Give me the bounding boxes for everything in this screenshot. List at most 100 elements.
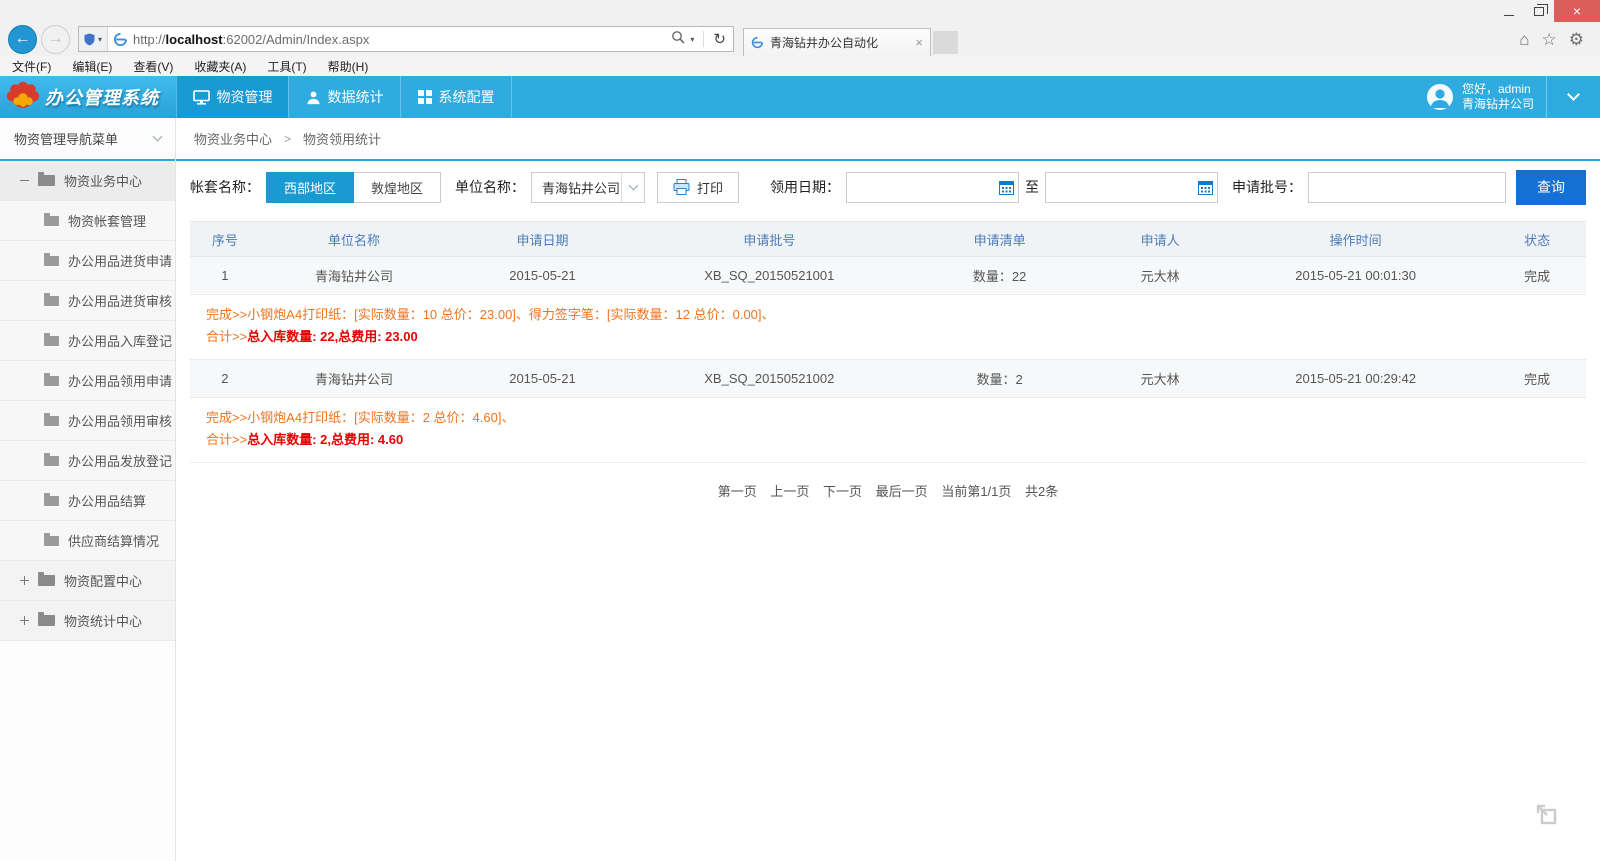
- site-zone-button[interactable]: ▾: [79, 27, 108, 51]
- sidebar: 物资管理导航菜单 物资业务中心 物资帐套管理 办公用品进货申请 办公用品进货审核: [0, 118, 176, 861]
- search-icon[interactable]: [671, 30, 685, 49]
- cell-status: 完成: [1488, 266, 1586, 285]
- printer-icon: [673, 179, 690, 195]
- breadcrumb: 物资业务中心 > 物资领用统计: [176, 118, 1600, 161]
- sidebar-item-requisition-review[interactable]: 办公用品领用审核: [0, 401, 175, 441]
- maximize-button[interactable]: [1524, 0, 1554, 22]
- refresh-icon[interactable]: ↻: [713, 30, 726, 48]
- sidebar-item-business-center[interactable]: 物资业务中心: [0, 161, 175, 201]
- menu-file[interactable]: 文件(F): [12, 58, 51, 75]
- title-bar: ×: [0, 0, 1600, 22]
- sidebar-item-account-mgmt[interactable]: 物资帐套管理: [0, 201, 175, 241]
- cell-seq: 1: [190, 268, 260, 283]
- date-to-input[interactable]: [1046, 173, 1193, 202]
- home-icon[interactable]: ⌂: [1519, 31, 1529, 48]
- sidebar-header-label: 物资管理导航菜单: [14, 129, 118, 148]
- breadcrumb-current: 物资领用统计: [303, 129, 381, 148]
- detail-total-prefix: 合计>>: [206, 432, 247, 447]
- date-from-input[interactable]: [847, 173, 994, 202]
- account-set-label: 帐套名称：: [190, 177, 260, 197]
- nav-tab-label: 系统配置: [439, 87, 495, 107]
- main-content: 物资业务中心 > 物资领用统计 帐套名称： 西部地区 敦煌地区 单位名称： 青海…: [176, 118, 1600, 861]
- date-from-field[interactable]: [846, 172, 1019, 203]
- print-button[interactable]: 打印: [657, 172, 739, 203]
- calendar-icon[interactable]: [1193, 180, 1217, 195]
- page-current-info: 当前第1/1页: [941, 484, 1011, 499]
- unit-select[interactable]: 青海钻井公司: [531, 172, 645, 203]
- calendar-icon[interactable]: [994, 180, 1018, 195]
- menu-view[interactable]: 查看(V): [133, 58, 173, 75]
- col-header-optime: 操作时间: [1223, 230, 1488, 249]
- grid-icon: [418, 90, 432, 104]
- sidebar-item-warehouse-entry[interactable]: 办公用品入库登记: [0, 321, 175, 361]
- menu-tools[interactable]: 工具(T): [267, 58, 306, 75]
- browser-chrome: × ← → ▾ http://localhost:62002/Admin/Ind…: [0, 0, 1600, 76]
- search-button[interactable]: 查询: [1516, 170, 1586, 205]
- batch-number-label: 申请批号：: [1232, 177, 1302, 197]
- sidebar-item-requisition-request[interactable]: 办公用品领用申请: [0, 361, 175, 401]
- favorites-star-icon[interactable]: ☆: [1542, 31, 1557, 48]
- page-first-link[interactable]: 第一页: [718, 484, 757, 499]
- user-menu[interactable]: 您好，admin 青海钻井公司: [1414, 76, 1546, 118]
- col-header-status: 状态: [1488, 230, 1586, 249]
- sidebar-item-stats-center[interactable]: 物资统计中心: [0, 601, 175, 641]
- browser-back-button[interactable]: ←: [8, 25, 37, 54]
- unit-name-label: 单位名称：: [455, 177, 525, 197]
- settings-gear-icon[interactable]: ⚙: [1569, 31, 1584, 48]
- sidebar-item-supplier-settlement[interactable]: 供应商结算情况: [0, 521, 175, 561]
- sidebar-item-label: 办公用品领用审核: [68, 411, 172, 430]
- close-button[interactable]: ×: [1554, 0, 1600, 22]
- table-row: 2 青海钻井公司 2015-05-21 XB_SQ_20150521002 数量…: [190, 360, 1586, 398]
- sidebar-item-label: 办公用品领用申请: [68, 371, 172, 390]
- folder-icon: [38, 575, 55, 586]
- menu-edit[interactable]: 编辑(E): [72, 58, 112, 75]
- browser-tab[interactable]: 青海钻井办公自动化 ×: [743, 28, 931, 56]
- row-detail: 完成>>小钢炮A4打印纸：[实际数量：10 总价：23.00]、得力签字笔：[实…: [190, 295, 1586, 360]
- col-header-list: 申请清单: [902, 230, 1097, 249]
- user-dropdown-button[interactable]: [1546, 76, 1600, 118]
- filter-bar: 帐套名称： 西部地区 敦煌地区 单位名称： 青海钻井公司 打印: [176, 161, 1600, 213]
- page-last-link[interactable]: 最后一页: [876, 484, 928, 499]
- new-tab-button[interactable]: [933, 31, 958, 54]
- address-bar[interactable]: ▾ http://localhost:62002/Admin/Index.asp…: [78, 26, 734, 52]
- nav-tab-system-config[interactable]: 系统配置: [400, 76, 512, 118]
- forward-arrow-icon: →: [48, 30, 64, 48]
- browser-forward-button[interactable]: →: [41, 25, 70, 54]
- region-tab-west[interactable]: 西部地区: [266, 172, 354, 203]
- folder-icon: [44, 456, 59, 466]
- sidebar-item-settlement[interactable]: 办公用品结算: [0, 481, 175, 521]
- expand-icon[interactable]: [20, 616, 29, 625]
- avatar-icon: [1426, 83, 1454, 111]
- sidebar-header[interactable]: 物资管理导航菜单: [0, 118, 175, 161]
- browser-menu-bar: 文件(F) 编辑(E) 查看(V) 收藏夹(A) 工具(T) 帮助(H): [0, 56, 1600, 76]
- batch-number-input[interactable]: [1308, 172, 1506, 203]
- cell-optime: 2015-05-21 00:29:42: [1223, 371, 1488, 386]
- page-prev-link[interactable]: 上一页: [770, 484, 809, 499]
- sidebar-item-config-center[interactable]: 物资配置中心: [0, 561, 175, 601]
- menu-help[interactable]: 帮助(H): [328, 58, 369, 75]
- folder-icon: [44, 216, 59, 226]
- date-to-field[interactable]: [1045, 172, 1218, 203]
- menu-favorites[interactable]: 收藏夹(A): [194, 58, 246, 75]
- nav-tab-statistics[interactable]: 数据统计: [288, 76, 400, 118]
- requisition-date-label: 领用日期：: [770, 177, 840, 197]
- zone-caret-icon: ▾: [98, 35, 102, 44]
- tab-close-icon[interactable]: ×: [915, 35, 923, 50]
- breadcrumb-parent[interactable]: 物资业务中心: [194, 129, 272, 148]
- sidebar-item-purchase-review[interactable]: 办公用品进货审核: [0, 281, 175, 321]
- search-caret-icon[interactable]: ▾: [690, 35, 694, 44]
- app-top-nav: 办公管理系统 物资管理 数据统计 系统配置: [0, 76, 1600, 118]
- unit-select-value: 青海钻井公司: [532, 178, 621, 197]
- folder-icon: [44, 256, 59, 266]
- collapse-icon[interactable]: [20, 176, 29, 185]
- region-tab-dunhuang[interactable]: 敦煌地区: [354, 172, 441, 203]
- browser-window: × ← → ▾ http://localhost:62002/Admin/Ind…: [0, 0, 1600, 861]
- sidebar-item-purchase-request[interactable]: 办公用品进货申请: [0, 241, 175, 281]
- select-caret-button[interactable]: [621, 173, 644, 202]
- nav-tab-materials[interactable]: 物资管理: [176, 76, 288, 118]
- minimize-button[interactable]: [1494, 0, 1524, 22]
- user-greeting: 您好，admin: [1462, 82, 1534, 97]
- expand-icon[interactable]: [20, 576, 29, 585]
- page-next-link[interactable]: 下一页: [823, 484, 862, 499]
- sidebar-item-distribution-register[interactable]: 办公用品发放登记: [0, 441, 175, 481]
